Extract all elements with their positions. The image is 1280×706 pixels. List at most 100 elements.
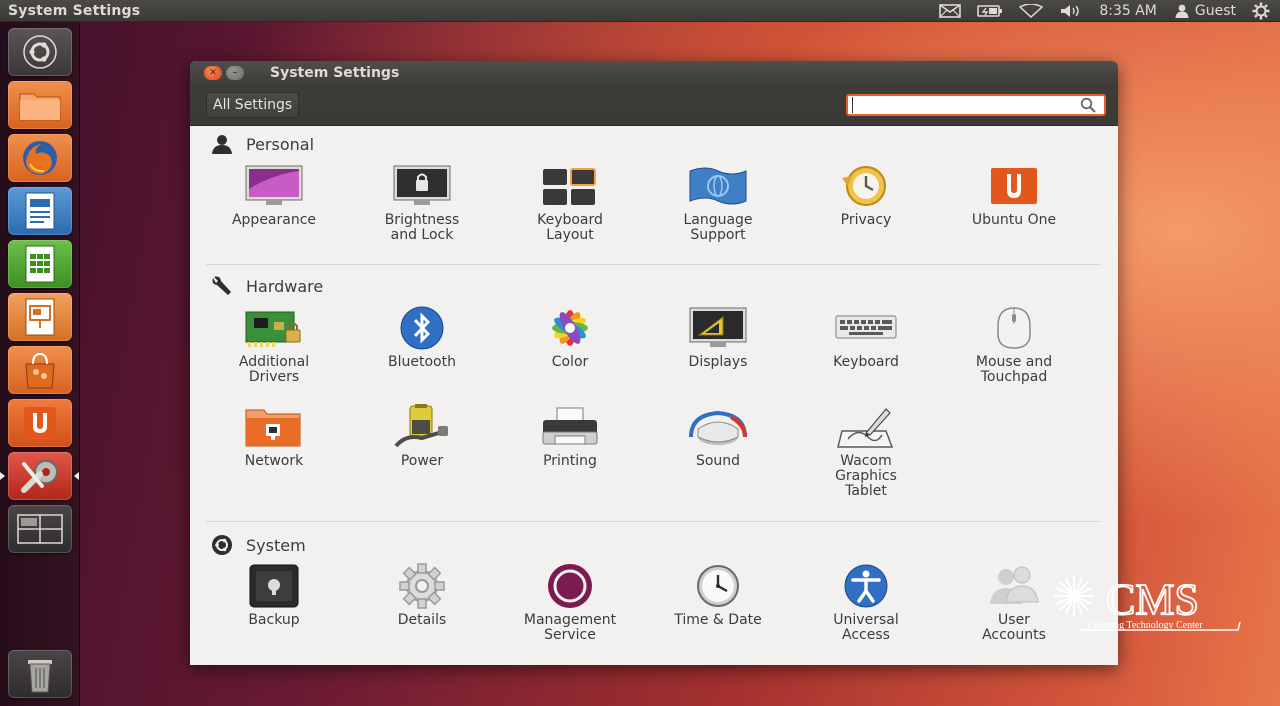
launcher-trash[interactable] (8, 650, 72, 698)
wrench-icon (212, 276, 231, 295)
watermark-title: CMS (1106, 575, 1199, 624)
appearance-icon (245, 165, 303, 205)
launcher-workspaces[interactable] (8, 505, 72, 553)
top-panel-app-title: System Settings (8, 2, 141, 19)
item-label: Bluetooth (388, 354, 456, 370)
item-backup[interactable]: Backup (200, 562, 348, 628)
minimize-button[interactable]: – (226, 66, 244, 80)
calc-spreadsheet-icon (25, 245, 55, 283)
safe-icon (249, 564, 299, 608)
item-universal-access[interactable]: Universal Access (792, 562, 940, 643)
item-management-service[interactable]: Management Service (496, 562, 644, 643)
ubuntu-one-icon (991, 168, 1037, 204)
item-label: Printing (543, 453, 597, 469)
item-ubuntu-one[interactable]: Ubuntu One (940, 162, 1088, 228)
launcher-files[interactable] (8, 81, 72, 129)
gear-icon (399, 563, 445, 609)
settings-content: Personal Appearance Brightness and Lock … (190, 126, 1118, 665)
item-label: Universal Access (833, 612, 899, 643)
window-titlebar[interactable]: ✕ – System Settings (190, 61, 1118, 85)
item-brightness-and-lock[interactable]: Brightness and Lock (348, 162, 496, 243)
battery-icon[interactable] (977, 4, 1003, 18)
item-label: Details (397, 612, 447, 628)
folder-icon (19, 93, 61, 121)
wifi-icon[interactable] (1019, 3, 1044, 18)
item-bluetooth[interactable]: Bluetooth (348, 304, 496, 370)
item-power[interactable]: Power (348, 403, 496, 469)
ubuntu-logo-icon (212, 535, 232, 555)
keyboard-icon (835, 315, 897, 339)
window-title: System Settings (270, 65, 400, 81)
item-keyboard-layout[interactable]: Keyboard Layout (496, 162, 644, 243)
system-settings-window: ✕ – System Settings All Settings Persona… (190, 61, 1118, 665)
item-additional-drivers[interactable]: Additional Drivers (200, 304, 348, 385)
user-menu[interactable]: Guest (1175, 3, 1236, 19)
item-time-and-date[interactable]: Time & Date (644, 562, 792, 628)
launcher-calc[interactable] (8, 240, 72, 288)
landscape-ring-icon (548, 564, 592, 608)
item-language-support[interactable]: Language Support (644, 162, 792, 243)
item-label: Color (551, 354, 589, 370)
launcher-active-pip (0, 472, 5, 480)
impress-presentation-icon (25, 298, 55, 336)
search-icon (1080, 97, 1096, 113)
item-wacom-graphics-tablet[interactable]: Wacom Graphics Tablet (792, 403, 940, 499)
launcher-system-settings[interactable] (8, 452, 72, 500)
volume-icon[interactable] (1059, 4, 1083, 18)
launcher-dash-home[interactable] (8, 28, 72, 76)
item-label: Time & Date (674, 612, 762, 628)
item-label: Keyboard (833, 354, 899, 370)
user-name: Guest (1194, 2, 1236, 19)
item-label: Wacom Graphics Tablet (835, 453, 897, 499)
gear-icon[interactable] (1252, 2, 1270, 20)
launcher (0, 22, 80, 706)
bluetooth-icon (400, 306, 444, 350)
all-settings-button[interactable]: All Settings (206, 92, 300, 118)
item-sound[interactable]: Sound (644, 403, 792, 469)
volume-knob-icon (689, 410, 747, 445)
user-icon (1175, 4, 1189, 18)
launcher-ubuntu-one[interactable] (8, 399, 72, 447)
launcher-writer[interactable] (8, 187, 72, 235)
item-label: Network (244, 453, 304, 469)
clock-icon (697, 565, 739, 607)
launcher-impress[interactable] (8, 293, 72, 341)
section-title: Hardware (246, 276, 324, 296)
close-button[interactable]: ✕ (204, 66, 222, 80)
window-toolbar: All Settings (190, 85, 1118, 126)
trash-icon (28, 660, 52, 693)
item-label: Appearance (231, 212, 317, 228)
network-folder-icon (245, 409, 301, 447)
display-monitor-icon (689, 307, 747, 347)
printer-icon (542, 407, 598, 445)
section-title: Personal (246, 134, 315, 154)
item-label: Privacy (840, 212, 892, 228)
item-label: Management Service (523, 612, 617, 643)
item-keyboard[interactable]: Keyboard (792, 304, 940, 370)
section-personal: Personal (210, 134, 314, 154)
launcher-software-center[interactable] (8, 346, 72, 394)
clock[interactable]: 8:35 AM (1099, 3, 1157, 19)
mail-icon[interactable] (939, 3, 962, 18)
launcher-firefox[interactable] (8, 134, 72, 182)
firefox-icon (23, 141, 57, 175)
item-printing[interactable]: Printing (496, 403, 644, 469)
item-details[interactable]: Details (348, 562, 496, 628)
item-displays[interactable]: Displays (644, 304, 792, 370)
section-divider (206, 521, 1101, 522)
workspace-switcher-icon (17, 514, 63, 544)
watermark-subtitle: Learning Technology Center (1088, 620, 1203, 631)
item-network[interactable]: Network (200, 403, 348, 469)
shopping-bag-icon (25, 352, 55, 389)
item-color[interactable]: Color (496, 304, 644, 370)
privacy-clock-icon (842, 166, 886, 206)
language-flag-icon (689, 167, 747, 205)
section-title: System (246, 535, 306, 555)
item-label: Backup (248, 612, 300, 628)
item-appearance[interactable]: Appearance (200, 162, 348, 228)
search-box[interactable] (846, 94, 1106, 116)
search-input[interactable] (852, 97, 1062, 113)
keyboard-layout-icon (543, 168, 596, 205)
item-privacy[interactable]: Privacy (792, 162, 940, 228)
item-mouse-and-touchpad[interactable]: Mouse and Touchpad (940, 304, 1088, 385)
